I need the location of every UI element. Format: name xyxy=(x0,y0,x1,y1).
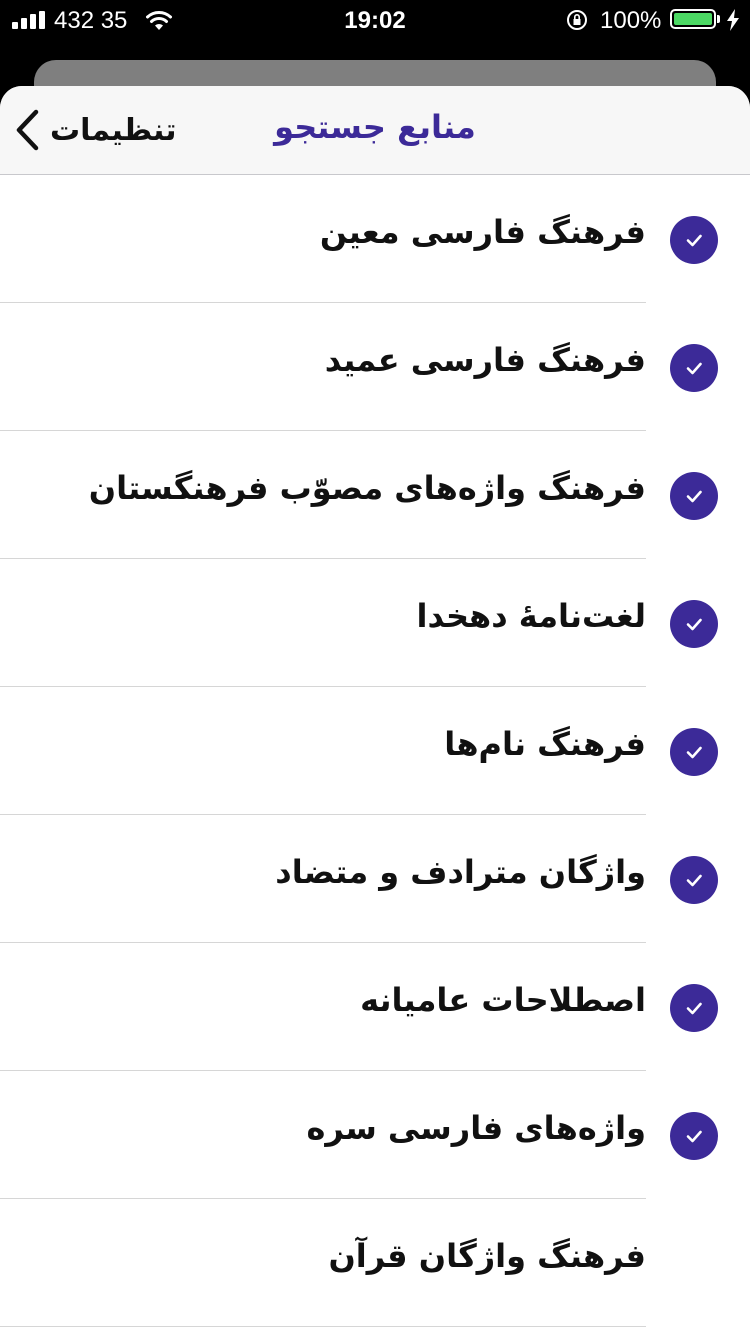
page-title: منابع جستجو xyxy=(274,108,476,146)
source-list-item[interactable]: فرهنگ واژگان قرآن xyxy=(0,1199,750,1327)
source-list-item[interactable]: اصطلاحات عامیانه xyxy=(0,943,750,1071)
checkmark-icon xyxy=(670,1112,718,1160)
checkmark-icon xyxy=(670,984,718,1032)
source-label: اصطلاحات عامیانه xyxy=(360,981,646,1019)
screen: 432 35 19:02 100% تنظیمات منابع جستجو فر… xyxy=(0,0,750,1334)
source-list-item[interactable]: واژگان مترادف و متضاد xyxy=(0,815,750,943)
source-label: لغت‌نامهٔ دهخدا xyxy=(416,597,646,635)
battery-percent: 100% xyxy=(600,7,662,34)
battery-cap xyxy=(717,15,720,23)
source-label: فرهنگ واژه‌های مصوّب فرهنگستان xyxy=(88,469,646,507)
source-label: واژگان مترادف و متضاد xyxy=(275,853,646,891)
battery-icon xyxy=(670,9,716,29)
source-list-item[interactable]: واژه‌های فارسی سره xyxy=(0,1071,750,1199)
back-button-label: تنظیمات xyxy=(50,112,177,148)
checkmark-icon xyxy=(670,472,718,520)
orientation-lock-icon xyxy=(567,10,587,30)
checkmark-icon xyxy=(670,856,718,904)
source-label: فرهنگ فارسی عمید xyxy=(324,341,646,379)
source-list-item[interactable]: فرهنگ واژه‌های مصوّب فرهنگستان xyxy=(0,431,750,559)
chevron-left-icon xyxy=(16,109,39,151)
charging-bolt-icon xyxy=(727,9,739,31)
status-bar: 432 35 19:02 100% xyxy=(0,0,750,40)
source-list-item[interactable]: فرهنگ فارسی عمید xyxy=(0,303,750,431)
back-button[interactable]: تنظیمات xyxy=(14,104,177,156)
search-sources-list: فرهنگ فارسی معین فرهنگ فارسی عمید فرهنگ وا… xyxy=(0,175,750,1327)
source-label: فرهنگ فارسی معین xyxy=(319,213,646,251)
navigation-bar: تنظیمات منابع جستجو xyxy=(0,86,750,175)
source-label: فرهنگ نام‌ها xyxy=(444,725,646,763)
source-label: واژه‌های فارسی سره xyxy=(306,1109,646,1147)
checkmark-icon xyxy=(670,728,718,776)
sheet: تنظیمات منابع جستجو فرهنگ فارسی معین فرهن… xyxy=(0,86,750,1334)
checkmark-icon xyxy=(670,344,718,392)
source-label: فرهنگ واژگان قرآن xyxy=(328,1237,646,1275)
source-list-item[interactable]: لغت‌نامهٔ دهخدا xyxy=(0,559,750,687)
row-divider xyxy=(0,1326,646,1327)
source-list-item[interactable]: فرهنگ فارسی معین xyxy=(0,175,750,303)
checkmark-icon xyxy=(670,600,718,648)
checkmark-icon xyxy=(670,216,718,264)
source-list-item[interactable]: فرهنگ نام‌ها xyxy=(0,687,750,815)
battery-level-fill xyxy=(674,13,712,25)
